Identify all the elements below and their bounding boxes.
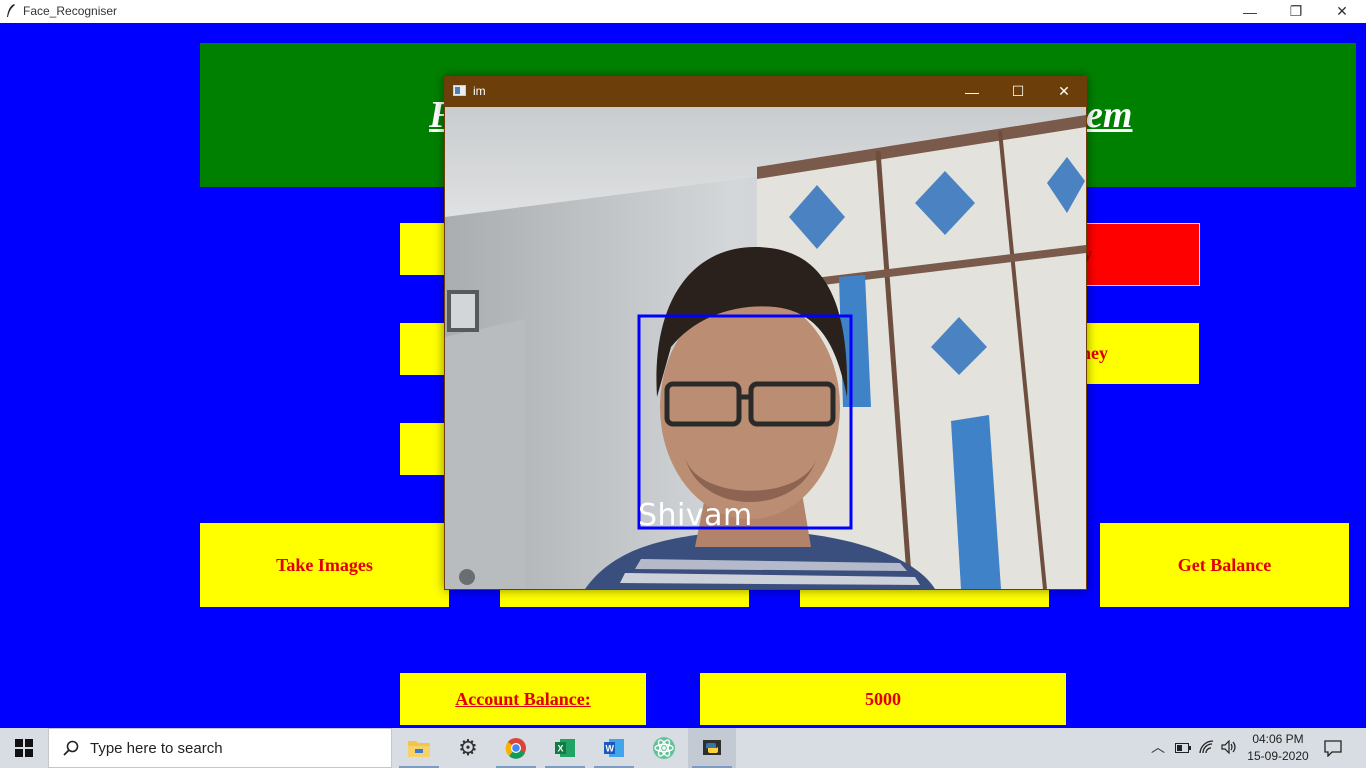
yellow-button-row2-left[interactable] [400, 323, 450, 375]
yellow-button-row3-left[interactable] [400, 423, 450, 475]
word-button[interactable]: W [590, 728, 638, 768]
camera-window[interactable]: im — ☐ ✕ Shivam [444, 76, 1087, 590]
account-balance-label-box: Account Balance: [400, 673, 646, 725]
taskbar-search-box[interactable]: Type here to search [48, 728, 392, 768]
word-icon: W [604, 739, 624, 757]
clock-date: 15-09-2020 [1247, 749, 1309, 763]
window-app-icon [453, 85, 466, 96]
take-images-label: Take Images [276, 554, 373, 575]
file-explorer-button[interactable] [395, 728, 443, 768]
take-images-button[interactable]: Take Images [200, 523, 449, 607]
start-button[interactable] [0, 728, 48, 768]
battery-icon[interactable] [1175, 742, 1191, 754]
get-balance-button[interactable]: Get Balance [1100, 523, 1349, 607]
chevron-up-icon[interactable]: ︿ [1151, 737, 1165, 757]
chrome-button[interactable] [492, 728, 540, 768]
settings-icon: ⚙ [458, 735, 478, 760]
python-button[interactable] [688, 728, 736, 768]
yellow-button-row1-left[interactable] [400, 223, 450, 275]
taskbar: Type here to search ⚙ X W ︿ 04:06 PM 15-… [0, 728, 1366, 768]
camera-feed: Shivam [445, 107, 1086, 589]
wifi-icon[interactable] [1199, 740, 1215, 754]
atom-icon [653, 737, 675, 759]
main-window-titlebar[interactable]: Face_Recogniser — ❐ ✕ [0, 0, 1366, 23]
system-clock[interactable]: 04:06 PM 15-09-2020 [1242, 731, 1314, 765]
python-icon [703, 740, 721, 755]
get-balance-label: Get Balance [1177, 554, 1272, 575]
file-explorer-icon [408, 741, 430, 757]
search-icon [63, 740, 79, 756]
account-balance-value: 5000 [865, 688, 901, 709]
camera-maximize-button[interactable]: ☐ [995, 76, 1041, 107]
red-button[interactable]: y [1080, 223, 1200, 286]
svg-text:X: X [558, 744, 564, 754]
camera-scene [445, 107, 1086, 589]
camera-window-titlebar[interactable]: im — ☐ ✕ [444, 76, 1087, 107]
page-title-fragment-right: em [1086, 94, 1133, 136]
account-balance-value-box: 5000 [700, 673, 1066, 725]
search-placeholder: Type here to search [90, 739, 223, 757]
feather-icon [7, 4, 15, 17]
close-button[interactable]: ✕ [1319, 0, 1365, 23]
camera-minimize-button[interactable]: — [949, 76, 995, 107]
account-balance-label: Account Balance: [455, 688, 591, 709]
notification-icon[interactable] [1324, 740, 1342, 757]
camera-close-button[interactable]: ✕ [1041, 76, 1087, 107]
money-button[interactable]: oney [1072, 323, 1199, 384]
windows-logo-icon [15, 739, 33, 757]
clock-time: 04:06 PM [1252, 732, 1304, 746]
volume-icon[interactable] [1221, 740, 1237, 754]
main-window-title: Face_Recogniser [23, 4, 118, 18]
chrome-icon [505, 738, 526, 759]
atom-button[interactable] [640, 728, 688, 768]
excel-icon: X [555, 739, 575, 757]
detected-name-label: Shivam [638, 498, 753, 533]
restore-button[interactable]: ❐ [1273, 0, 1319, 23]
svg-text:W: W [606, 744, 615, 754]
camera-window-title: im [473, 84, 486, 98]
excel-button[interactable]: X [541, 728, 589, 768]
settings-button[interactable]: ⚙ [444, 728, 492, 768]
minimize-button[interactable]: — [1227, 0, 1273, 23]
